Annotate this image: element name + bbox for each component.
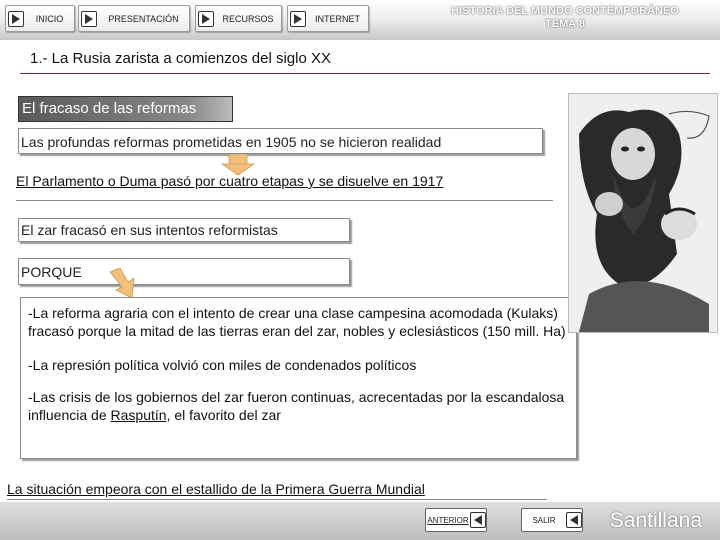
reason-crisis-tail: , el favorito del zar (166, 407, 281, 423)
zar-box: El zar fracasó en sus intentos reformist… (18, 218, 350, 242)
play-left-icon (566, 512, 582, 528)
recursos-label: RECURSOS (222, 13, 274, 24)
presentacion-label: PRESENTACIÓN (108, 13, 179, 24)
rasputin-link[interactable]: Rasputín (111, 407, 167, 423)
play-right-icon (290, 10, 306, 27)
presentacion-button[interactable]: PRESENTACIÓN (78, 5, 190, 32)
play-right-icon (198, 10, 214, 27)
reasons-box: -La reforma agraria con el intento de cr… (20, 297, 577, 459)
anterior-label: ANTERIOR (427, 515, 469, 525)
unit-title-line2: TEMA 8 (545, 18, 585, 30)
duma-divider (16, 200, 553, 201)
play-right-icon (8, 10, 24, 27)
unit-title: HISTORIA DEL MUNDO CONTEMPORÁNEO TEMA 8 (420, 5, 710, 31)
unit-title-line1: HISTORIA DEL MUNDO CONTEMPORÁNEO (451, 5, 679, 17)
internet-label: INTERNET (315, 13, 360, 24)
subtitle-bar: El fracaso de las reformas (18, 96, 233, 122)
anterior-button[interactable]: ANTERIOR (425, 508, 487, 532)
reason-repression: -La represión política volvió con miles … (28, 357, 417, 373)
play-left-icon (470, 512, 486, 528)
salir-button[interactable]: SALIR (521, 508, 583, 532)
recursos-button[interactable]: RECURSOS (195, 5, 282, 32)
internet-button[interactable]: INTERNET (287, 5, 369, 32)
play-right-icon (81, 10, 97, 27)
reason-crisis-text: -Las crisis de los gobiernos del zar fue… (28, 389, 565, 423)
santillana-logo: Santillana (609, 509, 702, 532)
salir-label: SALIR (532, 515, 556, 525)
duma-text: El Parlamento o Duma pasó por cuatro eta… (16, 173, 444, 189)
title-divider (20, 73, 710, 74)
porque-box: PORQUE (18, 258, 350, 285)
section-title: 1.- La Rusia zarista a comienzos del sig… (30, 50, 331, 67)
war-text: La situación empeora con el estallido de… (7, 481, 425, 497)
war-divider (7, 499, 547, 500)
reason-agrarian: -La reforma agraria con el intento de cr… (28, 305, 566, 339)
reforms-box: Las profundas reformas prometidas en 190… (18, 128, 543, 154)
inicio-button[interactable]: INICIO (5, 5, 75, 32)
reason-crisis: -Las crisis de los gobiernos del zar fue… (28, 388, 569, 424)
rasputin-caricature-image (568, 93, 718, 333)
inicio-label: INICIO (35, 13, 64, 24)
